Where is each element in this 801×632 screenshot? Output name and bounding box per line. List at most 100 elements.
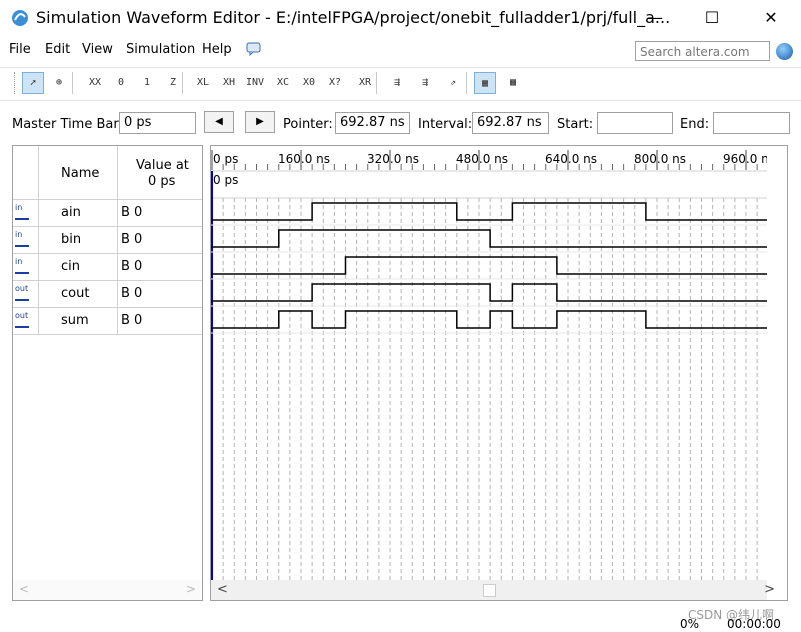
pin-direction-label: out <box>15 284 29 293</box>
waveform-cin <box>211 256 767 275</box>
signal-value: B 0 <box>121 205 143 220</box>
horizontal-scrollbar[interactable]: < > <box>211 580 775 600</box>
high-impedance-icon[interactable]: Z <box>162 72 184 94</box>
weak-low-icon[interactable]: XL <box>192 72 214 94</box>
time-ruler-label: 480.0 ns <box>456 152 508 166</box>
input-pin-icon: in <box>15 231 35 247</box>
generate-netlist-icon[interactable]: ⇗ <box>442 72 464 94</box>
name-column-header: Name <box>61 166 100 181</box>
scroll-right-icon[interactable]: > <box>764 582 775 597</box>
input-pin-icon: in <box>15 258 35 274</box>
minimize-button[interactable]: — <box>632 0 678 36</box>
signal-row-bin[interactable]: in bin B 0 <box>13 227 202 254</box>
maximize-button[interactable]: ☐ <box>689 0 735 36</box>
force-low-icon[interactable]: 0 <box>110 72 132 94</box>
app-logo-icon <box>10 8 30 28</box>
waveform-sum <box>211 310 767 329</box>
next-transition-button[interactable]: ▶ <box>245 111 275 133</box>
weak-high-icon[interactable]: XH <box>218 72 240 94</box>
pointer-field[interactable]: 692.87 ns <box>335 112 410 134</box>
waveform-cout <box>211 283 767 302</box>
interval-field[interactable]: 692.87 ns <box>472 112 549 134</box>
group-icon[interactable]: ▩ <box>502 72 524 94</box>
pin-direction-label: in <box>15 230 23 239</box>
help-chat-icon[interactable] <box>246 41 262 57</box>
menu-simulation[interactable]: Simulation <box>126 42 195 57</box>
scroll-left-icon[interactable]: < <box>19 582 29 596</box>
end-label: End: <box>680 117 710 132</box>
progress-percentage: 0% <box>680 617 700 631</box>
value-column-header: Value at <box>136 158 189 173</box>
signal-value: B 0 <box>121 232 143 247</box>
signal-name: cout <box>61 286 90 301</box>
output-pin-icon: out <box>15 285 35 301</box>
toolbar-grip <box>14 72 18 94</box>
value-column-header-time: 0 ps <box>148 174 176 189</box>
interval-label: Interval: <box>418 117 473 132</box>
time-ruler-label: 160.0 ns <box>278 152 330 166</box>
signal-row-cout[interactable]: out cout B 0 <box>13 281 202 308</box>
input-pin-icon: in <box>15 204 35 220</box>
random-value-icon[interactable]: XR <box>354 72 376 94</box>
uninitialized-icon[interactable]: XX <box>84 72 106 94</box>
pointer-label: Pointer: <box>283 117 333 132</box>
zoom-icon[interactable]: ⊕ <box>48 72 70 94</box>
signal-row-ain[interactable]: in ain B 0 <box>13 200 202 227</box>
left-horizontal-scrollbar[interactable]: < > <box>13 580 202 600</box>
scroll-thumb[interactable] <box>483 584 496 597</box>
signal-name: ain <box>61 205 81 220</box>
pin-direction-label: in <box>15 203 23 212</box>
run-functional-icon[interactable]: ⇶ <box>386 72 408 94</box>
scroll-left-icon[interactable]: < <box>217 582 228 597</box>
toolbar-separator <box>182 72 183 94</box>
cursor-time-label: 0 ps <box>213 173 238 187</box>
count-value-icon[interactable]: XC <box>272 72 294 94</box>
end-field[interactable] <box>713 112 790 134</box>
pin-direction-label: out <box>15 311 29 320</box>
signal-name: sum <box>61 313 89 328</box>
signal-value: B 0 <box>121 313 143 328</box>
time-ruler-label: 0 ps <box>213 152 238 166</box>
signal-name: cin <box>61 259 80 274</box>
pin-direction-label: in <box>15 257 23 266</box>
time-ruler-label: 640.0 ns <box>545 152 597 166</box>
window-title: Simulation Waveform Editor - E:/intelFPG… <box>36 8 671 27</box>
output-pin-icon: out <box>15 312 35 328</box>
arbitrary-value-icon[interactable]: X? <box>324 72 346 94</box>
elapsed-time: 00:00:00 <box>727 617 781 631</box>
signal-value: B 0 <box>121 259 143 274</box>
search-input[interactable]: Search altera.com <box>635 41 770 61</box>
waveform-canvas[interactable]: 0 ps 160.0 ns 320.0 ns 480.0 ns 640.0 ns 800.… <box>211 146 767 580</box>
force-high-icon[interactable]: 1 <box>136 72 158 94</box>
start-label: Start: <box>557 117 594 132</box>
toolbar-separator <box>72 72 73 94</box>
menu-view[interactable]: View <box>82 42 113 57</box>
waveform-ain <box>211 202 767 221</box>
menu-help[interactable]: Help <box>202 42 232 57</box>
scroll-right-icon[interactable]: > <box>186 582 196 596</box>
toolbar-separator <box>376 72 377 94</box>
waveform-bin <box>211 229 767 248</box>
start-field[interactable] <box>597 112 673 134</box>
signal-row-sum[interactable]: out sum B 0 <box>13 308 202 335</box>
previous-transition-button[interactable]: ◀ <box>204 111 234 133</box>
toolbar-separator <box>466 72 467 94</box>
signal-name: bin <box>61 232 82 247</box>
close-button[interactable]: ✕ <box>748 0 794 36</box>
invert-icon[interactable]: INV <box>244 72 266 94</box>
time-ruler-label: 320.0 ns <box>367 152 419 166</box>
master-time-bar-label: Master Time Bar: <box>12 117 123 132</box>
signal-row-cin[interactable]: in cin B 0 <box>13 254 202 281</box>
master-time-bar-field[interactable]: 0 ps <box>119 112 196 134</box>
menu-edit[interactable]: Edit <box>45 42 70 57</box>
vertical-scrollbar[interactable] <box>769 146 787 580</box>
select-pointer-icon[interactable]: ➚ <box>22 72 44 94</box>
grid-snap-icon[interactable]: ▦ <box>474 72 496 94</box>
globe-icon[interactable] <box>776 43 793 60</box>
signal-value: B 0 <box>121 286 143 301</box>
menu-file[interactable]: File <box>9 42 31 57</box>
time-ruler-label: 960.0 ns <box>723 152 767 166</box>
run-timing-icon[interactable]: ⇶ <box>414 72 436 94</box>
time-ruler-label: 800.0 ns <box>634 152 686 166</box>
overwrite-clock-icon[interactable]: X0 <box>298 72 320 94</box>
